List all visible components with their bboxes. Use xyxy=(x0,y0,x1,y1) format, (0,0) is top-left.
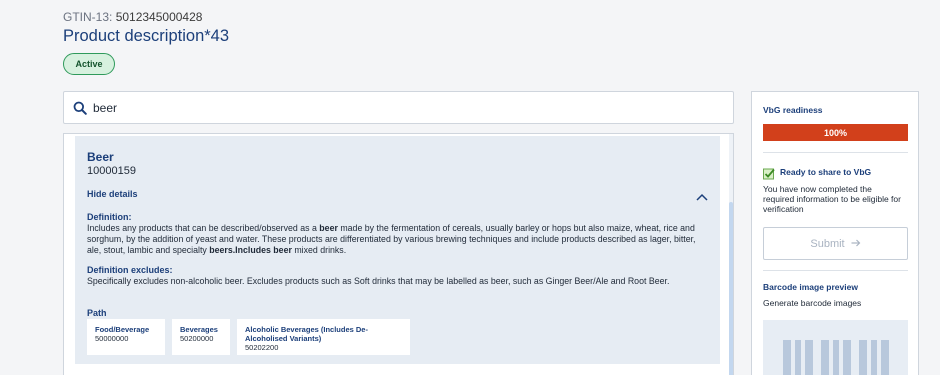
path-item-title: Beverages xyxy=(180,325,218,334)
status-badge: Active xyxy=(63,53,115,75)
gtin-value: 5012345000428 xyxy=(115,10,203,24)
check-box-icon xyxy=(763,167,775,180)
gtin-label: GTIN-13: xyxy=(63,10,113,24)
excludes-text: Specifically excludes non-alcoholic beer… xyxy=(87,276,670,286)
results-scroll-thumb[interactable] xyxy=(729,202,733,375)
definition-heading: Definition: xyxy=(87,212,132,222)
path-item-code: 50200000 xyxy=(180,334,214,343)
result-name: Beer xyxy=(87,150,114,164)
ready-message: You have now completed the required info… xyxy=(763,184,901,214)
readiness-panel: VbG readiness 100% Ready to share to VbG… xyxy=(751,91,919,375)
definition-text: Includes any products that can be descri… xyxy=(87,223,696,255)
path-item-code: 50202200 xyxy=(245,343,279,352)
path-list: Food/Beverage 50000000 Beverages 5020000… xyxy=(87,319,410,355)
barcode-image-placeholder xyxy=(763,320,908,375)
path-item: Beverages 50200000 xyxy=(172,319,230,355)
page-title: Product description*43 xyxy=(63,27,230,45)
ready-status: Ready to share to VbG xyxy=(780,167,872,177)
path-item-code: 50000000 xyxy=(95,334,129,343)
result-card-beer[interactable]: Beer 10000159 Hide details Definition: I… xyxy=(75,136,720,364)
arrow-right-icon xyxy=(851,238,861,250)
path-item: Alcoholic Beverages (Includes De-Alcohol… xyxy=(237,319,410,355)
readiness-progress-bar: 100% xyxy=(763,124,908,141)
chevron-up-icon[interactable] xyxy=(696,189,708,201)
barcode-preview-subtitle: Generate barcode images xyxy=(763,298,862,308)
readiness-title: VbG readiness xyxy=(763,105,823,115)
search-results[interactable]: Beer 10000159 Hide details Definition: I… xyxy=(63,133,734,375)
path-item-title: Food/Beverage xyxy=(95,325,150,334)
search-icon xyxy=(73,101,87,115)
result-code: 10000159 xyxy=(87,165,136,177)
gtin-line: GTIN-13: 5012345000428 xyxy=(63,10,202,24)
path-item: Food/Beverage 50000000 xyxy=(87,319,165,355)
search-input[interactable] xyxy=(93,100,693,115)
search-bar[interactable] xyxy=(63,91,734,124)
divider xyxy=(763,270,908,271)
results-scrollbar[interactable] xyxy=(729,134,733,375)
excludes-heading: Definition excludes: xyxy=(87,265,173,275)
divider xyxy=(763,152,908,153)
path-item-title: Alcoholic Beverages (Includes De-Alcohol… xyxy=(245,325,368,343)
path-heading: Path xyxy=(87,308,107,318)
submit-button[interactable]: Submit xyxy=(763,227,908,260)
hide-details-toggle[interactable]: Hide details xyxy=(87,189,138,199)
barcode-preview-title: Barcode image preview xyxy=(763,282,858,292)
submit-label: Submit xyxy=(810,237,845,250)
